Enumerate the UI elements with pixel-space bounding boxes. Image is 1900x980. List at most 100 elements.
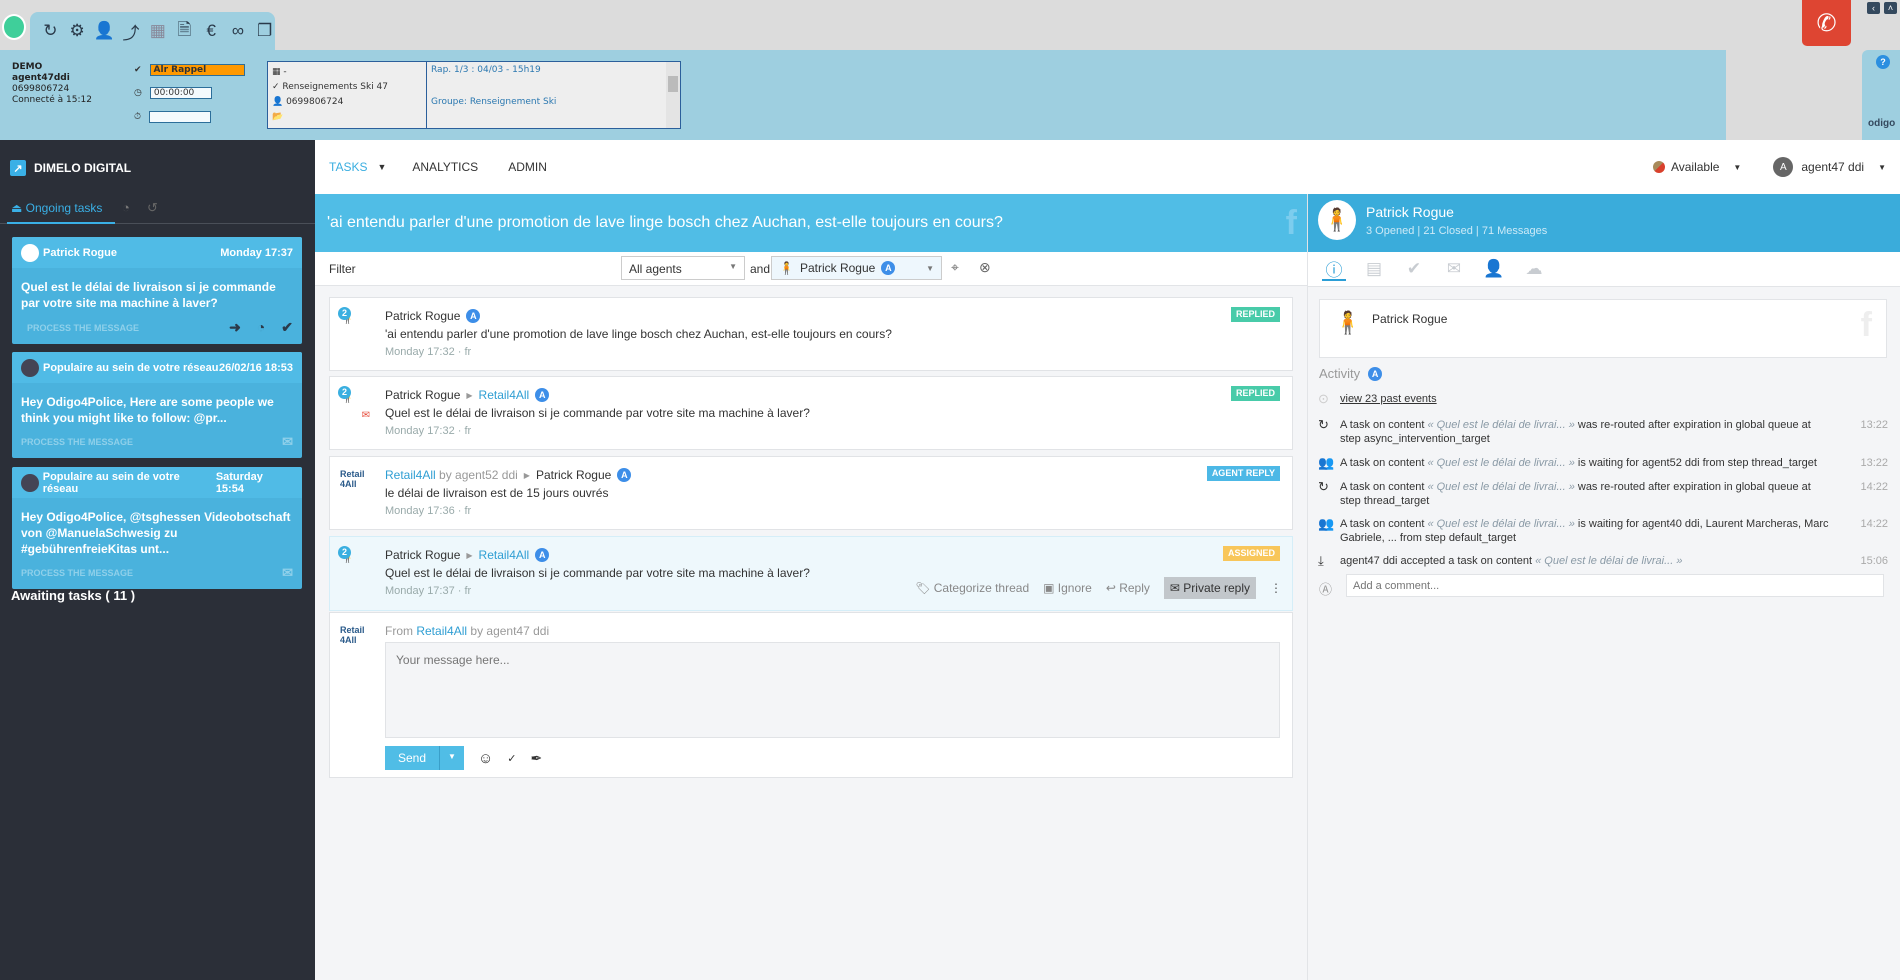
agents-select[interactable]: All agents ▼ bbox=[621, 256, 745, 280]
cloud-tab-icon[interactable]: ☁ bbox=[1522, 257, 1546, 281]
contact-card-tab-icon[interactable]: ▤ bbox=[1362, 257, 1386, 281]
clear-filter-icon[interactable]: ⊗ bbox=[979, 259, 991, 276]
card-text: Hey Odigo4Police, @tsghessen Videobotsch… bbox=[21, 510, 291, 556]
ignore-button[interactable]: ▣ Ignore bbox=[1043, 581, 1092, 595]
user-avatar-initial: A bbox=[1773, 157, 1794, 177]
from-account[interactable]: Retail4All bbox=[416, 624, 467, 638]
process-link[interactable]: PROCESS THE MESSAGE bbox=[27, 323, 139, 333]
info-tab-icon[interactable]: ⓘ bbox=[1322, 257, 1346, 281]
facebook-icon: f bbox=[1860, 306, 1872, 344]
message-author[interactable]: Patrick Rogue bbox=[385, 388, 460, 402]
message-lang: fr bbox=[464, 585, 472, 597]
closed-count: 21 Closed bbox=[1423, 225, 1473, 237]
users-tab-icon[interactable]: 👤 bbox=[1482, 257, 1506, 281]
chevron-down-icon[interactable]: ▼ bbox=[377, 162, 386, 172]
user-avatar[interactable] bbox=[2, 14, 26, 40]
grid-cursor-icon[interactable]: ▦ bbox=[147, 21, 168, 41]
avatar bbox=[21, 358, 39, 377]
call-number: 0699806724 bbox=[286, 97, 344, 107]
message-author[interactable]: Patrick Rogue bbox=[385, 309, 460, 323]
done-icon[interactable]: ✔ bbox=[281, 319, 293, 336]
refresh-icon[interactable]: ↻ bbox=[40, 21, 61, 41]
message-time: Monday 17:37 bbox=[385, 585, 455, 597]
activity-badge: A bbox=[1368, 366, 1383, 381]
categorize-button[interactable]: 🏷 Categorize thread bbox=[915, 581, 1029, 595]
process-link[interactable]: PROCESS THE MESSAGE bbox=[21, 437, 133, 447]
comment-input[interactable] bbox=[1346, 574, 1884, 597]
folder-icon[interactable]: 📂 bbox=[272, 110, 422, 125]
private-message-icon: ✉ bbox=[361, 410, 370, 421]
agent-id: agent47ddi bbox=[12, 73, 70, 83]
agent-chat-icon[interactable]: 👤 bbox=[93, 21, 114, 41]
check-tab-icon[interactable]: ✔ bbox=[1402, 257, 1426, 281]
nav-admin[interactable]: ADMIN bbox=[508, 160, 547, 174]
composer: Retail 4All From Retail4All by agent47 d… bbox=[329, 612, 1293, 778]
clock-tab-icon[interactable]: ◔ bbox=[122, 200, 130, 215]
status-icon bbox=[1652, 161, 1665, 173]
contact-avatar: 🧍 bbox=[1334, 310, 1362, 335]
message-item[interactable]: 🧍2 Patrick Rogue A 'ai entendu parler d'u… bbox=[329, 297, 1293, 371]
document-coffee-icon[interactable]: 🗎 bbox=[174, 17, 195, 46]
infinity-icon[interactable]: ∞ bbox=[228, 21, 249, 41]
status-badge: REPLIED bbox=[1230, 307, 1280, 322]
message-author[interactable]: Patrick Rogue bbox=[385, 548, 460, 562]
status-label: Available bbox=[1670, 160, 1720, 174]
target-icon[interactable]: ⌖ bbox=[951, 259, 959, 276]
past-events-link[interactable]: view 23 past events bbox=[1340, 392, 1888, 406]
snooze-icon[interactable]: ◔ bbox=[257, 319, 265, 336]
message-author[interactable]: Retail4All bbox=[385, 468, 436, 482]
task-card[interactable]: Populaire au sein de votre réseau Saturda… bbox=[12, 467, 302, 589]
retail4all-logo: Retail 4All bbox=[340, 625, 365, 645]
awaiting-tasks[interactable]: Awaiting tasks ( 11 ) bbox=[11, 588, 135, 603]
contact-avatar: 🧍 bbox=[779, 261, 794, 275]
tab-ongoing-tasks[interactable]: ⏏ Ongoing tasks bbox=[7, 196, 115, 224]
reroute-icon: ↻ bbox=[1318, 479, 1329, 494]
signature-icon[interactable]: ✒ bbox=[531, 750, 543, 767]
settings-icon[interactable]: ⚙ bbox=[67, 21, 88, 41]
group-info: Groupe: Renseignement Ski bbox=[431, 97, 557, 107]
contact-avatar: 🧍 bbox=[1318, 200, 1356, 240]
mail-icon: ✉ bbox=[282, 565, 293, 580]
agents-value: All agents bbox=[629, 262, 682, 276]
task-card[interactable]: Populaire au sein de votre réseau 26/02/1… bbox=[12, 352, 302, 458]
status-field[interactable]: Alr Rappel bbox=[149, 64, 245, 76]
message-input[interactable] bbox=[385, 642, 1280, 738]
availability-dropdown[interactable]: Available ▼ bbox=[1652, 160, 1741, 174]
nav-tasks[interactable]: TASKS bbox=[329, 160, 367, 174]
private-reply-button[interactable]: ✉ Private reply bbox=[1163, 577, 1256, 599]
message-recipient[interactable]: Patrick Rogue bbox=[536, 468, 611, 482]
forward-icon[interactable]: ➜ bbox=[229, 319, 241, 336]
help-icon[interactable]: ? bbox=[1876, 55, 1890, 69]
collapse-up-button[interactable]: ˄ bbox=[1884, 2, 1897, 14]
author-badge: A bbox=[617, 468, 632, 482]
message-item[interactable]: Retail 4All Retail4All by agent52 ddi ▶ Pa… bbox=[329, 456, 1293, 530]
task-card[interactable]: Patrick Rogue Monday 17:37 Quel est le dé… bbox=[12, 237, 302, 344]
contact-select[interactable]: 🧍 Patrick Rogue A ▼ bbox=[771, 256, 942, 280]
profile-name: Patrick Rogue bbox=[1372, 312, 1448, 326]
user-menu[interactable]: Aagent47 ddi ▼ bbox=[1773, 157, 1886, 177]
stats-icon[interactable]: ⤴ bbox=[121, 19, 142, 44]
phone-hangup-button[interactable]: ✆ bbox=[1802, 0, 1851, 46]
send-button[interactable]: Send bbox=[385, 746, 441, 770]
windows-icon[interactable]: ❐ bbox=[254, 21, 275, 41]
process-link[interactable]: PROCESS THE MESSAGE bbox=[21, 568, 133, 578]
spellcheck-icon[interactable]: ✓ bbox=[507, 752, 516, 765]
emoji-icon[interactable]: ☺ bbox=[478, 750, 493, 767]
up-arrow-icon: ⊙ bbox=[1318, 391, 1329, 406]
collapse-left-button[interactable]: ‹ bbox=[1867, 2, 1880, 14]
message-recipient[interactable]: Retail4All bbox=[479, 388, 530, 402]
history-tab-icon[interactable]: ↺ bbox=[147, 200, 158, 216]
send-options-button[interactable]: ▼ bbox=[440, 746, 464, 770]
call-cost-icon[interactable]: € bbox=[201, 21, 222, 41]
message-recipient[interactable]: Retail4All bbox=[479, 548, 530, 562]
message-item[interactable]: 🧍2✉ Patrick Rogue ▶ Retail4All A Quel est l… bbox=[329, 376, 1293, 450]
contact-avatar: 🧍2 bbox=[338, 546, 368, 581]
connected-time: Connecté à 15:12 bbox=[12, 95, 92, 105]
mail-tab-icon[interactable]: ✉ bbox=[1442, 257, 1466, 281]
nav-analytics[interactable]: ANALYTICS bbox=[412, 160, 478, 174]
scrollbar[interactable] bbox=[666, 62, 680, 128]
message-item-selected[interactable]: 🧍2 Patrick Rogue ▶ Retail4All A Quel est le… bbox=[329, 536, 1293, 611]
more-icon[interactable]: ⋮ bbox=[1270, 581, 1282, 595]
reply-button[interactable]: ↩ Reply bbox=[1106, 581, 1150, 595]
status-badge: REPLIED bbox=[1230, 386, 1280, 401]
